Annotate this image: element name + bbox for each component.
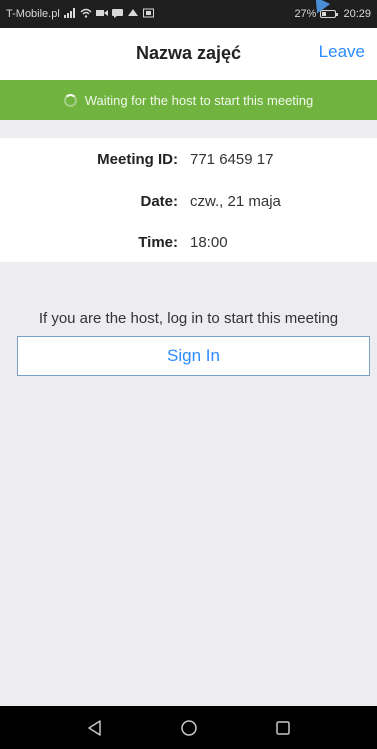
- waiting-banner: Waiting for the host to start this meeti…: [0, 80, 377, 120]
- back-icon[interactable]: [83, 716, 107, 740]
- date-label: Date:: [140, 193, 178, 210]
- time-label: Time:: [138, 234, 178, 251]
- waiting-text: Waiting for the host to start this meeti…: [84, 92, 314, 108]
- clock: 20:29: [343, 8, 371, 20]
- signal-icon: [63, 7, 76, 21]
- sign-in-button[interactable]: Sign In: [17, 336, 370, 376]
- home-icon[interactable]: [177, 716, 201, 740]
- leave-button[interactable]: Leave: [319, 42, 365, 62]
- time-value: 18:00: [190, 234, 228, 251]
- video-icon: [95, 8, 108, 21]
- divider: [0, 120, 377, 138]
- date-value: czw., 21 maja: [190, 193, 281, 210]
- meeting-id-row: Meeting ID: 771 6459 17: [0, 151, 377, 173]
- meeting-details: Meeting ID: 771 6459 17 Date: czw., 21 m…: [0, 138, 377, 262]
- date-row: Date: czw., 21 maja: [0, 193, 377, 215]
- carrier-name: T-Mobile.pl: [6, 8, 60, 20]
- meeting-id-label: Meeting ID:: [97, 151, 178, 168]
- loading-spinner-icon: [63, 93, 77, 107]
- sim-icon: [142, 8, 154, 21]
- header: Nazwa zajęć Leave: [0, 28, 377, 78]
- host-section: If you are the host, log in to start thi…: [0, 262, 377, 706]
- recents-icon[interactable]: [271, 716, 295, 740]
- wifi-icon: [80, 8, 92, 21]
- meeting-id-value: 771 6459 17: [190, 151, 274, 168]
- cloud-icon: [127, 8, 139, 21]
- page-title: Nazwa zajęć: [135, 42, 242, 63]
- android-navigation-bar: [0, 706, 377, 749]
- host-hint: If you are the host, log in to start thi…: [38, 310, 339, 327]
- time-row: Time: 18:00: [0, 234, 377, 256]
- message-icon: [111, 8, 123, 21]
